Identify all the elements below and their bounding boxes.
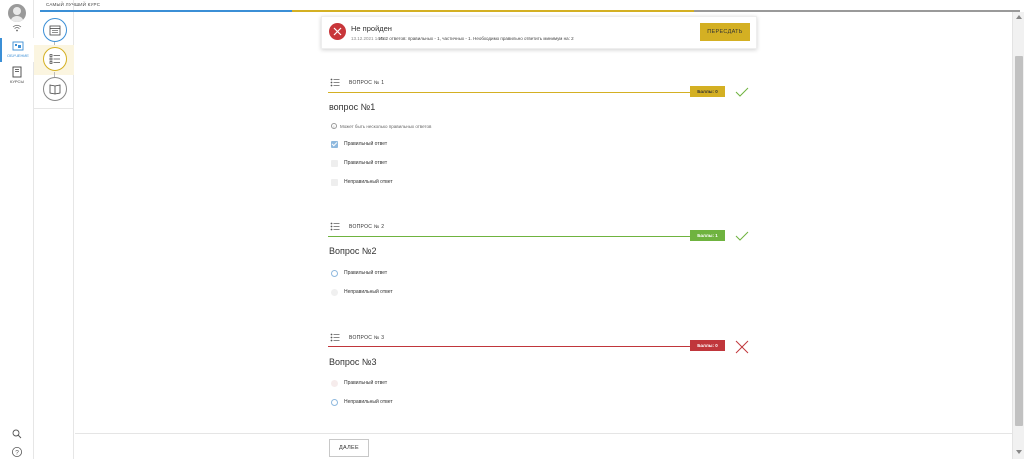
answer-option[interactable]: Неправильный ответ bbox=[331, 287, 393, 297]
radio-selected[interactable] bbox=[331, 269, 338, 277]
answer-option[interactable]: Правильный ответ bbox=[331, 268, 387, 278]
check-icon bbox=[735, 87, 749, 97]
answer-text: Неправильный ответ bbox=[344, 289, 393, 295]
step-test[interactable] bbox=[34, 45, 74, 75]
answer-text: Неправильный ответ bbox=[344, 179, 393, 185]
app-root: ОБУЧЕНИЕ КУРСЫ ? САМЫЙ ЛУЧШИЙ КУРС Не пр… bbox=[0, 0, 1024, 459]
answer-option[interactable]: Неправильный ответ bbox=[331, 177, 393, 187]
scroll-down-arrow[interactable] bbox=[1016, 450, 1022, 454]
question-number: ВОПРОС № 3 bbox=[349, 335, 385, 341]
svg-text:?: ? bbox=[15, 449, 19, 456]
sidebar-item-courses[interactable]: КУРСЫ bbox=[0, 66, 34, 88]
search-people-icon[interactable] bbox=[11, 428, 23, 440]
book-icon bbox=[12, 66, 22, 78]
error-icon bbox=[329, 23, 346, 40]
calendar-icon bbox=[49, 25, 61, 36]
step-book[interactable] bbox=[34, 75, 74, 105]
question-list-icon bbox=[330, 333, 340, 342]
scrollbar[interactable] bbox=[1012, 12, 1024, 459]
question-2-score: Баллы: 1 bbox=[690, 230, 725, 241]
question-1-score: Баллы: 0 bbox=[690, 86, 725, 97]
question-1-divider bbox=[328, 92, 690, 93]
footer-divider bbox=[75, 433, 1012, 434]
radio[interactable] bbox=[331, 379, 338, 387]
avatar[interactable] bbox=[8, 4, 26, 22]
result-title: Не пройден bbox=[351, 24, 392, 33]
help-icon[interactable]: ? bbox=[11, 446, 23, 458]
checkbox[interactable] bbox=[331, 178, 338, 186]
learning-icon bbox=[12, 41, 24, 51]
sidebar-item-learning[interactable]: ОБУЧЕНИЕ bbox=[0, 38, 34, 62]
answer-text: Правильный ответ bbox=[344, 160, 388, 166]
wifi-icon bbox=[12, 24, 22, 32]
checklist-icon bbox=[49, 54, 60, 64]
sidebar-item-label: ОБУЧЕНИЕ bbox=[7, 53, 29, 58]
answer-option[interactable]: Правильный ответ bbox=[331, 378, 387, 388]
answer-option[interactable]: Правильный ответ bbox=[331, 139, 387, 149]
question-list-icon bbox=[330, 78, 340, 87]
hint-text: Может быть несколько правильных ответов bbox=[340, 123, 432, 129]
scroll-up-arrow[interactable] bbox=[1016, 15, 1022, 19]
question-list-icon bbox=[330, 222, 340, 231]
result-notification: Не пройден 13.12.2021 14:56 Из 2 ответов… bbox=[321, 16, 757, 49]
answer-option[interactable]: Неправильный ответ bbox=[331, 397, 393, 407]
scroll-thumb[interactable] bbox=[1015, 56, 1023, 426]
answer-text: Правильный ответ bbox=[344, 141, 388, 147]
checkbox[interactable] bbox=[331, 159, 338, 167]
cross-icon bbox=[735, 340, 749, 354]
question-3-divider bbox=[328, 346, 690, 347]
answer-text: Правильный ответ bbox=[344, 380, 388, 386]
question-1-hint: i Может быть несколько правильных ответо… bbox=[331, 123, 431, 129]
left-sidebar: ОБУЧЕНИЕ КУРСЫ ? bbox=[0, 0, 34, 459]
answer-text: Правильный ответ bbox=[344, 270, 388, 276]
question-1-title: вопрос №1 bbox=[329, 102, 376, 112]
question-number: ВОПРОС № 2 bbox=[349, 224, 385, 230]
question-3-title: Вопрос №3 bbox=[329, 357, 377, 367]
question-3-score: Баллы: 0 bbox=[690, 340, 725, 351]
check-icon bbox=[735, 231, 749, 241]
sidebar-item-label: КУРСЫ bbox=[10, 79, 24, 84]
main-content: Не пройден 13.12.2021 14:56 Из 2 ответов… bbox=[75, 12, 1012, 459]
question-2-divider bbox=[328, 236, 690, 237]
checkbox-checked[interactable] bbox=[331, 140, 338, 148]
info-icon: i bbox=[331, 123, 337, 129]
test-steps-column bbox=[34, 0, 74, 459]
answer-option[interactable]: Правильный ответ bbox=[331, 158, 387, 168]
open-book-icon bbox=[49, 84, 61, 95]
question-number: ВОПРОС № 1 bbox=[349, 80, 385, 86]
radio-selected[interactable] bbox=[331, 398, 338, 406]
answer-text: Неправильный ответ bbox=[344, 399, 393, 405]
result-description: Из 2 ответов: правильных - 1, частичных … bbox=[379, 36, 574, 41]
next-button[interactable]: ДАЛЕЕ bbox=[329, 439, 369, 457]
radio[interactable] bbox=[331, 288, 338, 296]
retry-button[interactable]: ПЕРЕСДАТЬ bbox=[700, 23, 750, 41]
breadcrumb[interactable]: САМЫЙ ЛУЧШИЙ КУРС bbox=[46, 2, 100, 7]
question-2-title: Вопрос №2 bbox=[329, 246, 377, 256]
